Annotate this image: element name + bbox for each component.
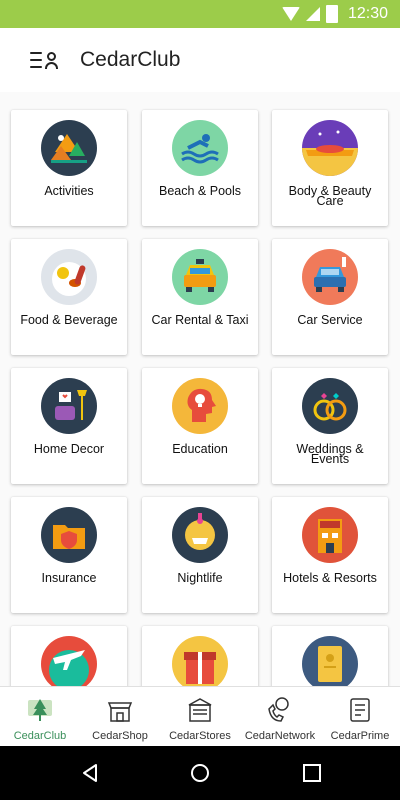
category-label: Home Decor xyxy=(33,442,105,456)
app-bar: CedarClub xyxy=(0,28,400,92)
category-card-hotels-resorts[interactable]: Hotels & Resorts xyxy=(272,497,388,613)
bottom-navigation: CedarClub CedarShop CedarStores CedarNet… xyxy=(0,686,400,747)
tab-cedarstores[interactable]: CedarStores xyxy=(160,687,240,747)
category-card-body-beauty-care[interactable]: Body & Beauty Care xyxy=(272,110,388,226)
signal-icon xyxy=(305,7,320,21)
category-label: Car Rental & Taxi xyxy=(151,313,249,327)
home-decor-icon xyxy=(41,378,97,434)
car-service-icon xyxy=(302,249,358,305)
store-icon xyxy=(188,698,212,722)
category-card-activities[interactable]: Activities xyxy=(11,110,127,226)
insurance-icon xyxy=(41,507,97,563)
gifts-icon xyxy=(172,636,228,686)
cedarclub-icon xyxy=(28,699,52,721)
category-label: Education xyxy=(172,442,228,456)
home-icon[interactable] xyxy=(190,763,210,783)
category-card-car-service[interactable]: Car Service xyxy=(272,239,388,355)
category-card-weddings-events[interactable]: Weddings & Events xyxy=(272,368,388,484)
system-navigation-bar xyxy=(0,746,400,800)
car-rental-taxi-icon xyxy=(172,249,228,305)
education-icon xyxy=(172,378,228,434)
category-card-notebook[interactable] xyxy=(272,626,388,686)
tab-cedarclub[interactable]: CedarClub xyxy=(0,687,80,747)
tab-cedarshop[interactable]: CedarShop xyxy=(80,687,160,747)
tab-cedarnetwork[interactable]: CedarNetwork xyxy=(240,687,320,747)
category-card-beach-pools[interactable]: Beach & Pools xyxy=(142,110,258,226)
beach-pools-icon xyxy=(172,120,228,176)
wifi-icon xyxy=(281,7,300,21)
category-card-gifts[interactable] xyxy=(142,626,258,686)
app-title: CedarClub xyxy=(80,48,181,71)
category-card-education[interactable]: Education xyxy=(142,368,258,484)
notebook-icon xyxy=(302,636,358,686)
tab-label: CedarStores xyxy=(169,730,231,742)
category-label: Nightlife xyxy=(177,571,223,585)
nightlife-icon xyxy=(172,507,228,563)
travel-icon xyxy=(41,636,97,686)
weddings-events-icon xyxy=(302,378,358,434)
category-label: Car Service xyxy=(297,313,363,327)
category-card-nightlife[interactable]: Nightlife xyxy=(142,497,258,613)
battery-icon xyxy=(325,5,338,23)
category-card-home-decor[interactable]: Home Decor xyxy=(11,368,127,484)
network-icon xyxy=(268,697,289,722)
recents-icon[interactable] xyxy=(302,763,322,783)
category-label: Weddings & Events xyxy=(296,442,364,466)
tab-label: CedarPrime xyxy=(330,730,390,742)
category-card-car-rental-taxi[interactable]: Car Rental & Taxi xyxy=(142,239,258,355)
activities-icon xyxy=(41,120,97,176)
category-label: Food & Beverage xyxy=(20,313,118,327)
hotels-resorts-icon xyxy=(302,507,358,563)
category-label: Activities xyxy=(44,184,94,198)
category-label: Beach & Pools xyxy=(159,184,241,198)
tab-cedarprime[interactable]: CedarPrime xyxy=(320,687,400,747)
category-grid: Activities Beach & Pools Body & Beauty C… xyxy=(0,92,400,686)
user-icon xyxy=(47,52,56,61)
food-beverage-icon xyxy=(41,249,97,305)
menu-button[interactable] xyxy=(28,49,58,71)
category-card-food-beverage[interactable]: Food & Beverage xyxy=(11,239,127,355)
category-card-travel[interactable] xyxy=(11,626,127,686)
category-label: Body & Beauty Care xyxy=(288,184,372,208)
prime-icon xyxy=(350,698,370,722)
tab-label: CedarShop xyxy=(92,730,148,742)
category-label: Hotels & Resorts xyxy=(283,571,377,585)
back-icon[interactable] xyxy=(80,763,100,783)
tab-label: CedarNetwork xyxy=(244,730,316,742)
shop-icon xyxy=(107,702,133,722)
body-beauty-care-icon xyxy=(302,120,358,176)
tab-label: CedarClub xyxy=(13,730,67,742)
category-label: Insurance xyxy=(41,571,97,585)
category-card-insurance[interactable]: Insurance xyxy=(11,497,127,613)
status-bar: 12:30 xyxy=(0,0,400,28)
status-time: 12:30 xyxy=(347,5,388,22)
